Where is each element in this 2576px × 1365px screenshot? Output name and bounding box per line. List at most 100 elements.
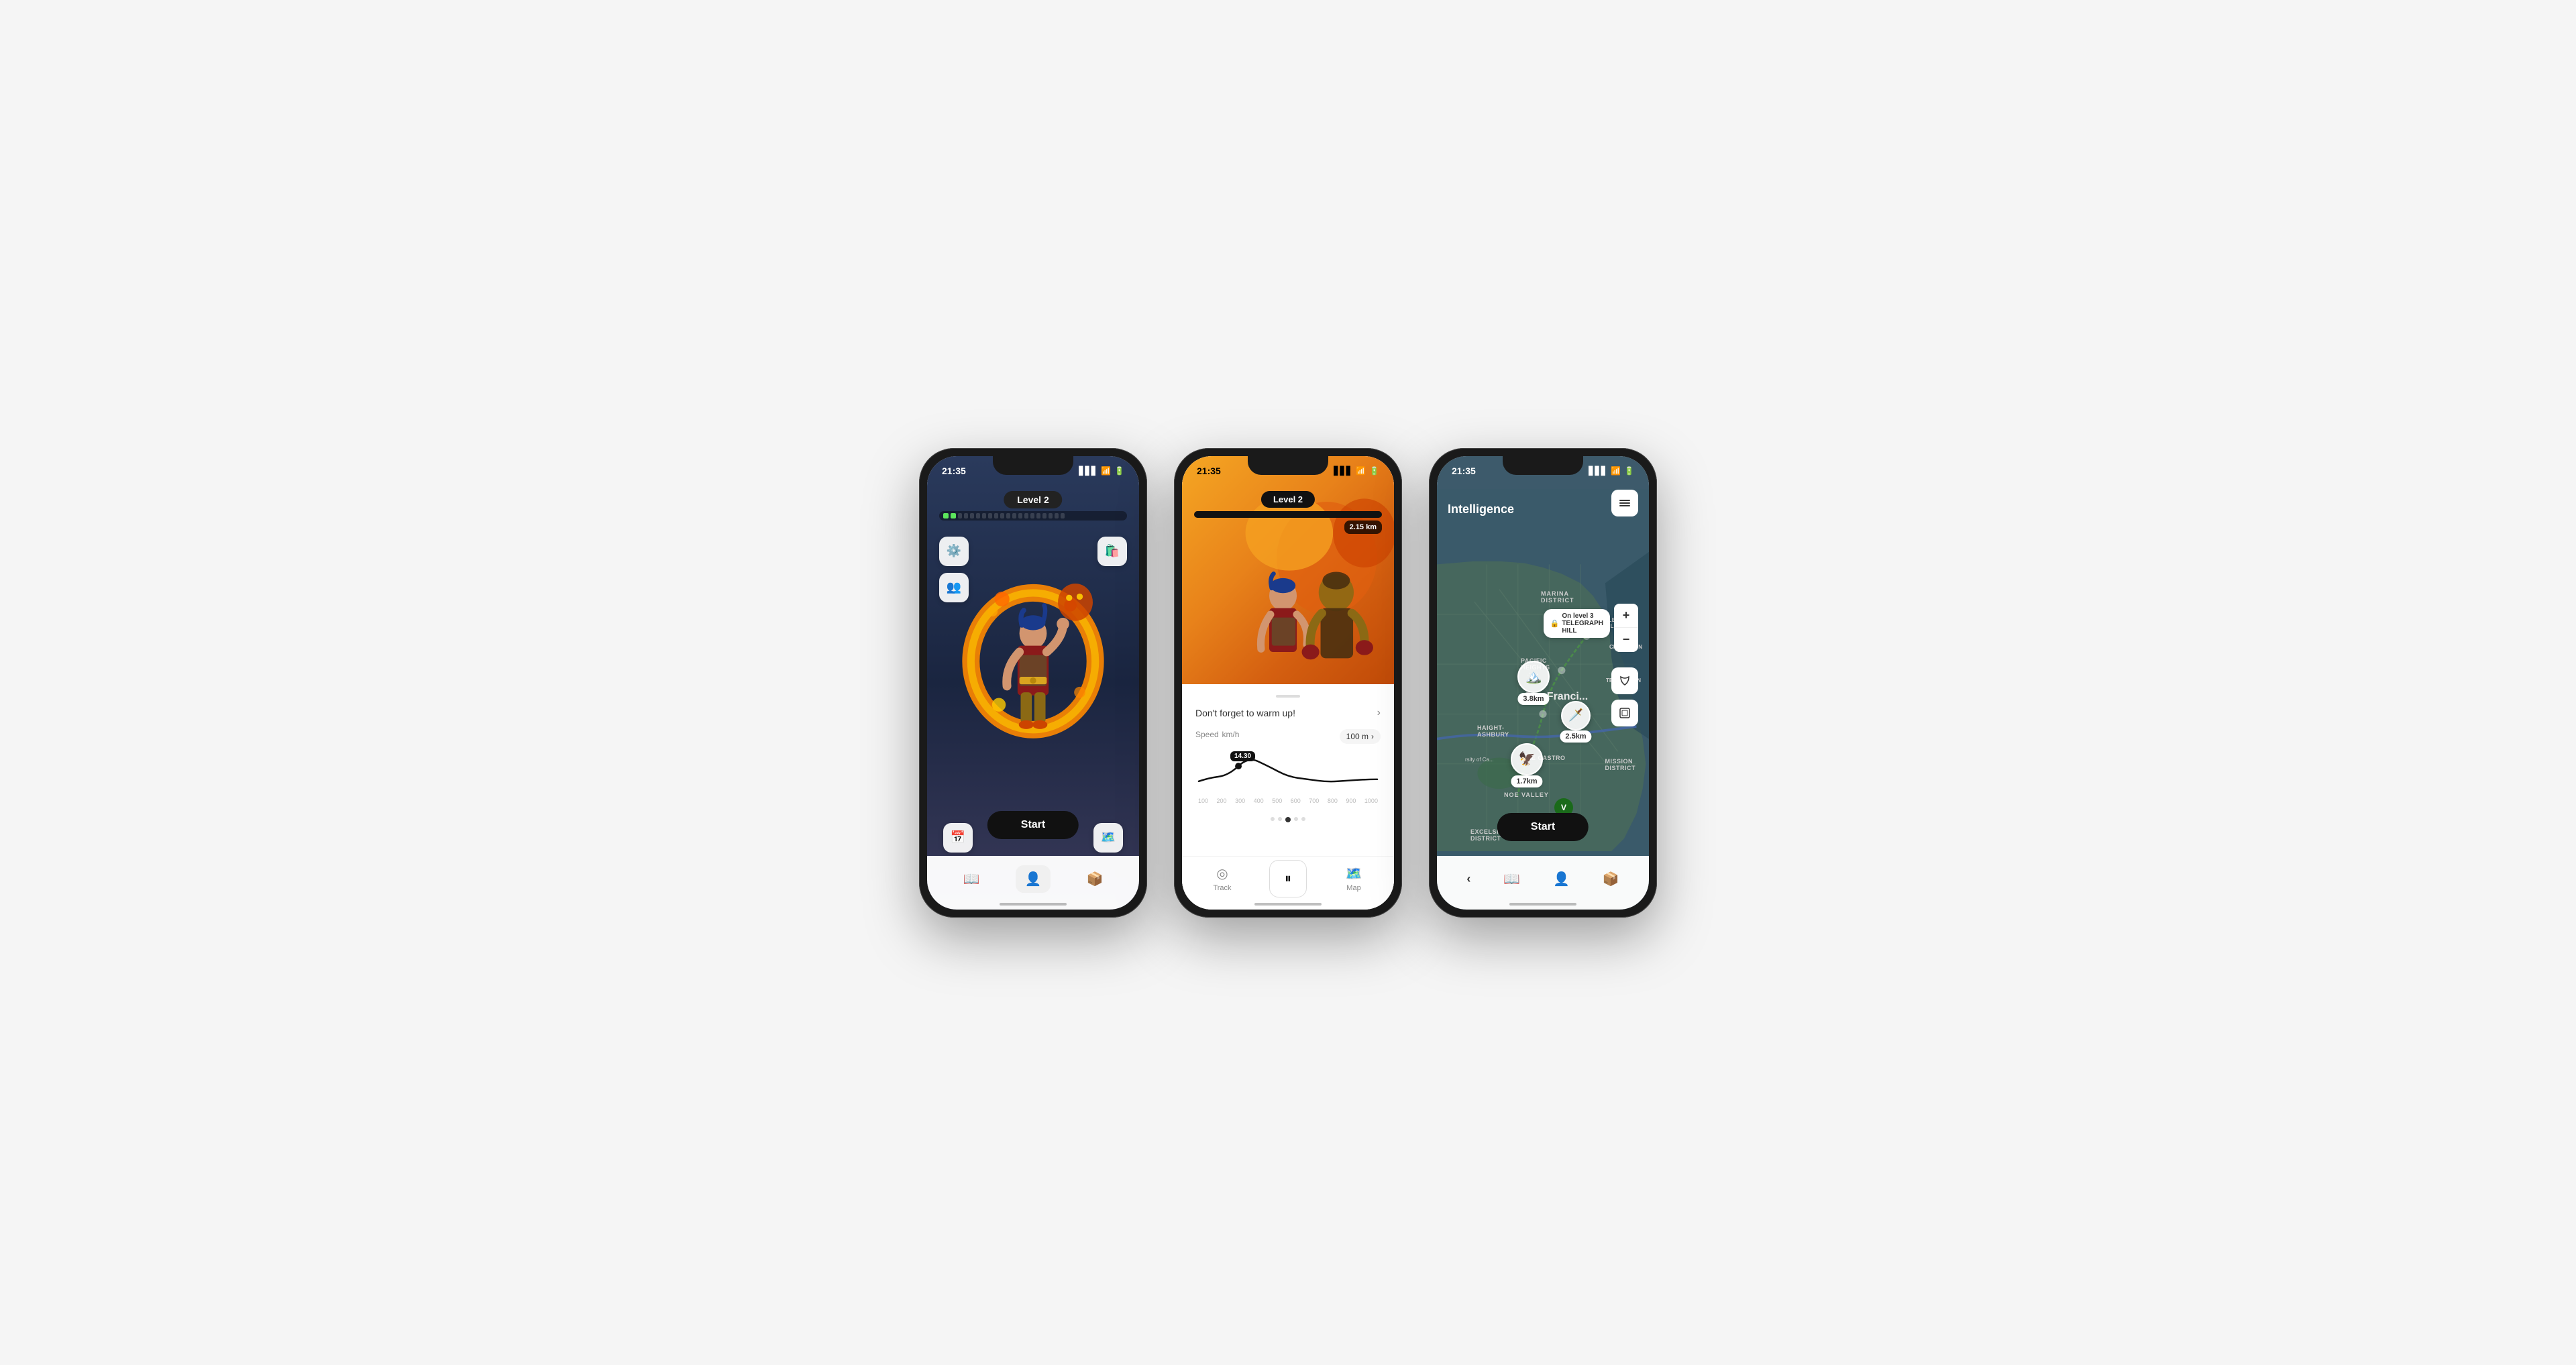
box-icon-1: 📦 — [1087, 871, 1104, 887]
signal-icons-1: ▋▋▋ 📶 🔋 — [1079, 466, 1124, 476]
side-buttons-left: ⚙️ 👥 — [939, 537, 969, 602]
phone-2-screen: 21:35 ▋▋▋ 📶 🔋 Level 2 — [1182, 456, 1394, 910]
page-dots — [1195, 817, 1381, 822]
pause-button[interactable]: ⏸ — [1269, 860, 1307, 897]
marker-circle-3: 🦅 — [1511, 743, 1543, 775]
map-screen: 21:35 ▋▋▋ 📶 🔋 Intelligence — [1437, 456, 1649, 910]
bottom-panel: Don't forget to warm up! › Speed km/h 10… — [1182, 684, 1394, 822]
book-icon-3: 📖 — [1503, 871, 1520, 887]
tab-box-3[interactable]: 📦 — [1603, 871, 1619, 887]
haight-ashbury-label: HAIGHT-ASHBURY — [1477, 724, 1509, 738]
zoom-out-button[interactable]: − — [1614, 628, 1638, 652]
marker-circle-2: 🗡️ — [1561, 701, 1591, 730]
route-icon — [1618, 674, 1631, 688]
back-button[interactable]: ‹ — [1466, 872, 1470, 886]
level-badge-1: Level 2 — [1004, 491, 1062, 508]
chart-svg — [1195, 751, 1381, 791]
map-button[interactable]: 🗺️ — [1093, 823, 1123, 853]
signal-icons-3: ▋▋▋ 📶 🔋 — [1589, 466, 1634, 476]
university-label: rsity of Ca... — [1465, 757, 1494, 763]
notch-2 — [1248, 456, 1328, 475]
marker-label-2: 2.5km — [1560, 730, 1591, 743]
tab-map-2[interactable]: 🗺️ Map — [1334, 865, 1374, 892]
zoom-controls: + − — [1614, 604, 1638, 652]
character-screen: 21:35 ▋▋▋ 📶 🔋 Level 2 — [927, 456, 1139, 910]
signal-icons-2: ▋▋▋ 📶 🔋 — [1334, 466, 1379, 476]
warmup-banner[interactable]: Don't forget to warm up! › — [1195, 707, 1381, 719]
add-friend-button[interactable]: 👥 — [939, 573, 969, 602]
arrow-right-icon: › — [1377, 707, 1381, 719]
settings-button[interactable]: ⚙️ — [939, 537, 969, 566]
lock-marker: 🔒 On level 3TELEGRAPHHILL — [1544, 609, 1610, 638]
map-header: Intelligence — [1437, 486, 1649, 522]
tab-track[interactable]: ◎ Track — [1202, 865, 1242, 892]
hero-area: 21:35 ▋▋▋ 📶 🔋 Level 2 — [1182, 456, 1394, 684]
marker-label-3: 1.7km — [1511, 775, 1542, 787]
crop-tool-button[interactable] — [1611, 700, 1638, 726]
level-badge-2: Level 2 — [1261, 491, 1315, 508]
chart-labels: 100 200 300 400 500 600 700 800 900 1000 — [1195, 798, 1381, 804]
lock-badge: 🔒 On level 3TELEGRAPHHILL — [1544, 609, 1610, 638]
marker-2[interactable]: 🗡️ 2.5km — [1561, 701, 1591, 730]
map-side-tools — [1611, 667, 1638, 726]
marina-district-label: MARINADISTRICT — [1541, 590, 1574, 604]
map-label: Map — [1346, 884, 1360, 892]
pause-icon: ⏸ — [1285, 871, 1291, 887]
back-icon: ‹ — [1466, 872, 1470, 886]
chevron-right-icon: › — [1371, 732, 1374, 741]
start-button-1[interactable]: Start — [987, 811, 1079, 839]
notch-3 — [1503, 456, 1583, 475]
phone-3-screen: 21:35 ▋▋▋ 📶 🔋 Intelligence — [1437, 456, 1649, 910]
marker-1[interactable]: 🏔️ 3.8km — [1517, 661, 1550, 693]
tab-profile-3[interactable]: 👤 — [1553, 871, 1570, 887]
map-icon-2: 🗺️ — [1346, 865, 1362, 882]
shop-button[interactable]: 🛍️ — [1097, 537, 1127, 566]
bottom-nav-3: ‹ 📖 👤 📦 — [1437, 856, 1649, 910]
bottom-nav-2: ◎ Track ⏸ 🗺️ Map — [1182, 856, 1394, 910]
marker-label-1: 3.8km — [1517, 693, 1549, 705]
home-indicator-3 — [1509, 903, 1576, 906]
phone-2: 21:35 ▋▋▋ 📶 🔋 Level 2 — [1174, 448, 1402, 918]
tab-box-1[interactable]: 📦 — [1077, 865, 1113, 893]
time-2: 21:35 — [1197, 466, 1221, 476]
time-1: 21:35 — [942, 466, 966, 476]
marker-circle-1: 🏔️ — [1517, 661, 1550, 693]
warmup-text: Don't forget to warm up! — [1195, 708, 1295, 718]
zoom-in-button[interactable]: + — [1614, 604, 1638, 628]
tab-book-3[interactable]: 📖 — [1503, 871, 1520, 887]
route-tool-button[interactable] — [1611, 667, 1638, 694]
phone-3: 21:35 ▋▋▋ 📶 🔋 Intelligence — [1429, 448, 1657, 918]
speed-range-button[interactable]: 100 m › — [1340, 729, 1381, 744]
xp-bar-1 — [939, 511, 1127, 521]
home-indicator-2 — [1254, 903, 1322, 906]
layers-button[interactable] — [1611, 490, 1638, 516]
book-icon: 📖 — [963, 871, 980, 887]
phone-1-screen: 21:35 ▋▋▋ 📶 🔋 Level 2 — [927, 456, 1139, 910]
phone-1: 21:35 ▋▋▋ 📶 🔋 Level 2 — [919, 448, 1147, 918]
speed-label: Speed km/h — [1195, 727, 1239, 741]
chart-speed-value: 14.30 — [1230, 751, 1255, 761]
home-indicator-1 — [1000, 903, 1067, 906]
layers-icon — [1618, 496, 1631, 510]
speed-section: Speed km/h 100 m › — [1195, 727, 1381, 812]
notch-1 — [993, 456, 1073, 475]
profile-icon-3: 👤 — [1553, 871, 1570, 887]
tab-bar-1: 📖 👤 📦 — [927, 856, 1139, 910]
tab-profile-1[interactable]: 👤 — [1016, 865, 1051, 893]
phones-container: 21:35 ▋▋▋ 📶 🔋 Level 2 — [892, 421, 1684, 944]
tab-book-1[interactable]: 📖 — [954, 865, 989, 893]
track-label: Track — [1213, 884, 1231, 892]
distance-badge: 2.15 km — [1344, 521, 1382, 534]
map-title: Intelligence — [1448, 502, 1514, 516]
drag-handle — [1276, 695, 1300, 698]
start-button-3[interactable]: Start — [1497, 813, 1589, 841]
track-screen: 21:35 ▋▋▋ 📶 🔋 Level 2 — [1182, 456, 1394, 910]
lock-text: On level 3TELEGRAPHHILL — [1562, 612, 1603, 635]
side-buttons-right: 🛍️ — [1097, 537, 1127, 566]
profile-icon-1: 👤 — [1025, 871, 1042, 887]
crop-icon — [1618, 706, 1631, 720]
xp-bar-2 — [1194, 511, 1382, 518]
track-icon: ◎ — [1216, 865, 1228, 882]
marker-3[interactable]: 🦅 1.7km — [1511, 743, 1543, 775]
calendar-button[interactable]: 📅 — [943, 823, 973, 853]
